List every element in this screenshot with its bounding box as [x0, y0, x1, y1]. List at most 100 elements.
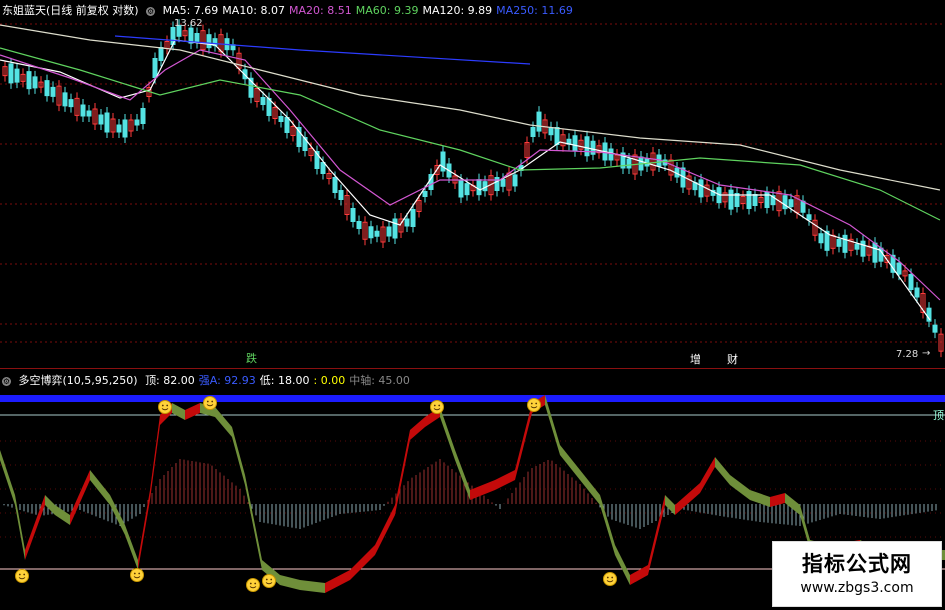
osc-wave-segment [560, 445, 580, 480]
candle [458, 179, 464, 198]
ma-legend-item-2: MA20: 8.51 [289, 4, 352, 17]
ma-legend-item-1: MA10: 8.07 [222, 4, 286, 17]
candle [278, 116, 284, 122]
candle [32, 76, 38, 89]
die-annotation: 跌 [246, 352, 257, 365]
low-arrow: → [922, 348, 930, 359]
osc-wave-segment [0, 450, 15, 505]
osc-wave-segment [45, 495, 55, 515]
candle [410, 209, 416, 227]
top-line-label: 顶 [933, 409, 944, 422]
candle [332, 177, 338, 193]
candle [896, 262, 902, 275]
osc-wave-segment [715, 457, 730, 485]
watermark-url: www.zbgs3.com [800, 580, 914, 596]
signal-smiley-icon [262, 574, 276, 588]
candle [260, 97, 266, 105]
strong-band [0, 395, 945, 402]
ma-legend-item-0: MA5: 7.69 [162, 4, 219, 17]
ma20-line [0, 49, 941, 301]
candle [152, 58, 158, 78]
osc-wave-segment [125, 525, 138, 570]
ma-legend-item-3: MA60: 9.39 [355, 4, 419, 17]
candle [68, 99, 74, 108]
candle [284, 117, 290, 133]
ma-legend-item-4: MA120: 9.89 [422, 4, 493, 17]
osc-wave-segment [70, 470, 90, 525]
osc-wave-segment [730, 475, 750, 500]
candle [788, 199, 794, 208]
cai-annotation: 财 [727, 353, 738, 366]
candle [374, 230, 380, 237]
candle [608, 148, 614, 161]
osc-wave-segment [300, 580, 325, 593]
candle [512, 174, 518, 187]
signal-smiley-icon [130, 568, 144, 582]
candle [98, 114, 104, 125]
candle [320, 162, 326, 174]
sub-legend-item-2: 低: 18.00 [259, 374, 310, 387]
signal-smiley-icon [246, 578, 260, 592]
high-price-label: 13.62 [174, 18, 203, 29]
candle [626, 158, 632, 169]
osc-wave-segment [545, 395, 560, 455]
ma60-line [0, 47, 941, 221]
candle [194, 33, 200, 43]
candle [62, 92, 68, 107]
candle [392, 218, 398, 239]
signal-smiley-icon [158, 400, 172, 414]
signal-smiley-icon [527, 398, 541, 412]
candle [782, 195, 788, 210]
candle [530, 127, 536, 137]
candle [536, 111, 542, 132]
candle [206, 34, 212, 49]
candle [158, 47, 164, 61]
candle [500, 178, 506, 187]
osc-wave-segment [232, 427, 245, 485]
sub-chart-header: ⚙ 多空博弈(10,5,95,250) 顶: 82.00 强A: 92.93 低: … [2, 372, 418, 388]
candle [908, 274, 914, 290]
candle [860, 240, 866, 257]
candle [584, 136, 590, 157]
candle [104, 112, 110, 133]
candle [50, 86, 56, 97]
osc-wave-segment [455, 450, 470, 500]
settings-icon[interactable]: ⚙ [2, 377, 11, 386]
candle [134, 119, 140, 126]
candle [572, 135, 578, 152]
candle [350, 208, 356, 222]
candle [728, 189, 734, 210]
candle [752, 194, 758, 206]
sub-legend-item-1: 强A: 92.93 [198, 374, 256, 387]
main-price-panel[interactable]: → 东姐蓝天(日线 前复权 对数) ⚙ MA5: 7.69 MA10: 8.07 M… [0, 0, 945, 368]
stock-title: 东姐蓝天(日线 前复权 对数) [2, 4, 139, 17]
watermark-title: 指标公式网 [802, 552, 912, 576]
candle [746, 191, 752, 209]
candle [14, 68, 20, 83]
candle [806, 214, 812, 221]
osc-wave-segment [495, 470, 515, 490]
osc-wave-segment [245, 475, 262, 570]
candle [818, 233, 824, 244]
osc-wave-segment [700, 457, 715, 493]
candle [404, 218, 410, 227]
candlestick-chart[interactable]: → [0, 0, 945, 368]
osc-wave-segment [138, 490, 150, 570]
signal-smiley-icon [430, 400, 444, 414]
candle [26, 71, 32, 90]
candle [698, 179, 704, 198]
osc-wave-segment [150, 415, 160, 500]
candle [386, 226, 392, 237]
candle [554, 127, 560, 145]
osc-wave-segment [325, 570, 350, 593]
candle [854, 243, 860, 250]
osc-wave-segment [665, 495, 675, 515]
osc-wave-segment [615, 545, 630, 585]
osc-wave-segment [580, 470, 600, 505]
settings-icon[interactable]: ⚙ [146, 7, 156, 16]
sub-legend-item-3: : 0.00 [313, 374, 346, 387]
osc-wave-segment [280, 575, 300, 590]
osc-wave-segment [185, 403, 200, 420]
osc-wave-segment [90, 470, 110, 505]
candle [122, 119, 128, 138]
